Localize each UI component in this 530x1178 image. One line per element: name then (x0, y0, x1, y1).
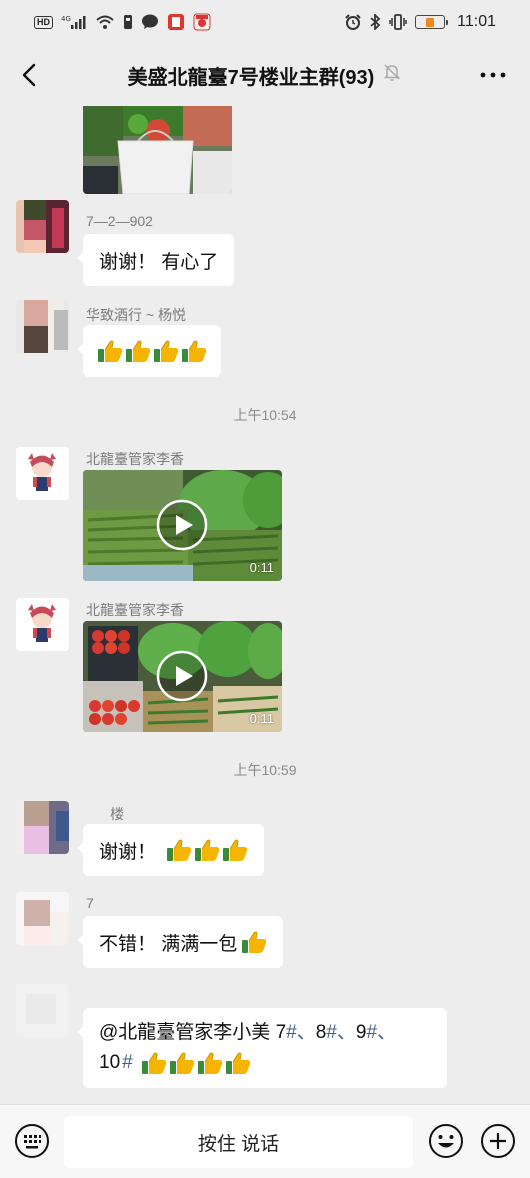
thumbs-up-emoji (141, 1051, 167, 1075)
clock: 11:01 (457, 13, 496, 30)
message-bubble[interactable]: 谢谢！ (76, 824, 265, 876)
message-text: 8 (315, 1022, 327, 1043)
thumbs-up-emoji (169, 1051, 195, 1075)
message-line: 10 # (99, 1048, 251, 1078)
thumbs-up-emoji (197, 1051, 223, 1075)
bluetooth-icon (369, 14, 381, 30)
message-text: 不错！ 满满一包 (99, 933, 238, 955)
message-bubble[interactable]: 谢谢！ 有心了 (76, 234, 235, 286)
play-icon[interactable] (156, 650, 208, 702)
thumbs-up-emoji (153, 339, 179, 363)
message-line: @北龍臺管家李小美 7#、8#、9#、 (99, 1018, 396, 1048)
avatar[interactable] (16, 892, 69, 945)
battery-icon (415, 15, 449, 29)
timestamp: 上午10:59 (233, 762, 297, 778)
status-bar: HD 4G 11:01 (0, 0, 530, 44)
thumbs-up-emoji (241, 930, 267, 954)
timestamp: 上午10:54 (233, 407, 297, 423)
red-app-icon (167, 13, 185, 31)
hashtag: #、 (326, 1022, 356, 1043)
keyboard-icon[interactable] (14, 1123, 50, 1159)
avatar[interactable] (16, 200, 69, 253)
sender-name: 北龍臺管家李香 (86, 451, 184, 467)
input-bar: 按住 说话 (0, 1104, 530, 1178)
alarm-icon (345, 14, 361, 30)
message-text: @北龍臺管家李小美 7 (99, 1022, 287, 1043)
signal-icon: 4G (61, 14, 87, 30)
mute-bell-icon (382, 62, 402, 88)
play-icon[interactable] (156, 499, 208, 551)
emoji-face-icon[interactable] (428, 1123, 464, 1159)
avatar[interactable] (16, 984, 69, 1037)
thumbs-up-emoji (166, 838, 192, 862)
avatar[interactable] (16, 300, 69, 353)
message-bubble[interactable]: @北龍臺管家李小美 7#、8#、9#、 10 # (77, 1008, 447, 1088)
thumbs-up-emoji (181, 339, 207, 363)
back-icon[interactable] (16, 60, 46, 90)
status-left: HD 4G (34, 13, 211, 31)
thumbs-up-emoji (225, 1051, 251, 1075)
video-message[interactable]: 0:11 (83, 621, 282, 732)
hold-to-talk-button[interactable]: 按住 说话 (64, 1116, 413, 1168)
chat-title: 美盛北龍臺7号楼业主群(93) (127, 66, 375, 89)
chat-title-group: 美盛北龍臺7号楼业主群(93) (128, 61, 403, 90)
sender-name: 楼 (110, 806, 124, 822)
image-message[interactable] (83, 106, 232, 194)
video-duration: 0:11 (249, 711, 274, 726)
message-list[interactable]: 7—2—902 谢谢！ 有心了 华致酒行 ~ 杨悦 上午10:54 北龍臺管家李… (0, 106, 530, 1104)
thumbs-up-emoji (194, 838, 220, 862)
message-text: 谢谢！ 有心了 (99, 251, 219, 273)
thumbs-up-emoji (125, 339, 151, 363)
battery-level (426, 17, 434, 27)
sender-name: 北龍臺管家李香 (86, 602, 184, 618)
sender-name: 7—2—902 (86, 213, 153, 229)
vibrate-icon (389, 14, 407, 30)
hd-icon: HD (34, 15, 53, 29)
message-text: 9 (355, 1022, 367, 1043)
game-app-icon (193, 13, 211, 31)
hashtag: # (122, 1052, 133, 1073)
avatar[interactable] (16, 447, 69, 500)
thumbs-up-emoji (222, 838, 248, 862)
avatar[interactable] (16, 598, 69, 651)
sender-name: 7 (86, 895, 94, 911)
svg-text:4G: 4G (61, 15, 71, 23)
sender-name: 华致酒行 ~ 杨悦 (86, 307, 186, 323)
message-bubble[interactable] (77, 325, 221, 377)
video-duration: 0:11 (249, 560, 274, 575)
plus-icon[interactable] (480, 1123, 516, 1159)
message-text: 10 (99, 1052, 121, 1073)
thumbs-up-emoji (97, 339, 123, 363)
hashtag: #、 (366, 1022, 397, 1043)
avatar[interactable] (16, 801, 69, 854)
message-icon (141, 14, 159, 30)
message-bubble[interactable]: 不错！ 满满一包 (76, 916, 284, 968)
hashtag: #、 (286, 1022, 316, 1043)
message-text: 谢谢！ (99, 841, 157, 863)
video-message[interactable]: 0:11 (83, 470, 282, 581)
more-icon[interactable] (478, 62, 508, 88)
chat-header: 美盛北龍臺7号楼业主群(93) (0, 44, 530, 106)
wifi-icon (95, 14, 115, 30)
status-right: 11:01 (345, 13, 496, 31)
sim-icon (123, 14, 133, 30)
